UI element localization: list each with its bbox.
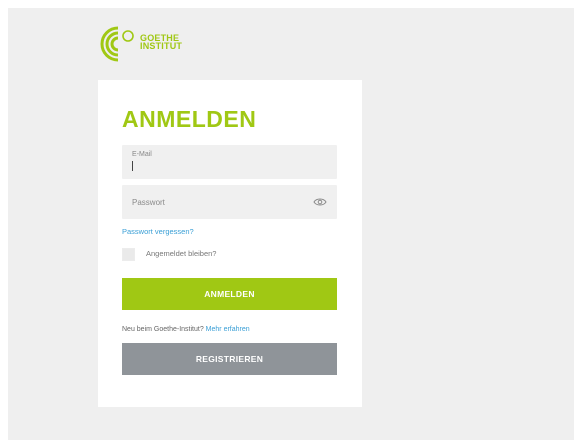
logo-wordmark: GOETHE INSTITUT bbox=[140, 34, 183, 51]
login-button[interactable]: ANMELDEN bbox=[122, 278, 337, 310]
new-user-prompt: Neu beim Goethe-Institut? Mehr erfahren bbox=[122, 326, 250, 333]
password-field-wrapper bbox=[122, 185, 337, 219]
text-caret bbox=[132, 161, 133, 171]
goethe-logo[interactable]: GOETHE INSTITUT bbox=[96, 24, 216, 64]
login-title: ANMELDEN bbox=[122, 106, 257, 132]
register-button[interactable]: REGISTRIEREN bbox=[122, 343, 337, 375]
logo-line-2: INSTITUT bbox=[140, 41, 183, 51]
new-user-text: Neu beim Goethe-Institut? bbox=[122, 326, 204, 333]
remember-me-label: Angemeldet bleiben? bbox=[146, 249, 217, 258]
email-label: E-Mail bbox=[132, 151, 152, 158]
remember-me-checkbox[interactable] bbox=[122, 248, 135, 261]
eye-icon[interactable] bbox=[313, 196, 327, 208]
password-input[interactable] bbox=[122, 185, 337, 219]
forgot-password-link[interactable]: Passwort vergessen? bbox=[122, 227, 194, 236]
learn-more-link[interactable]: Mehr erfahren bbox=[206, 326, 250, 333]
email-field[interactable]: E-Mail bbox=[122, 145, 337, 179]
login-card: ANMELDEN E-Mail Passwort vergessen? Ange… bbox=[98, 80, 362, 407]
goethe-logo-icon bbox=[100, 26, 134, 62]
